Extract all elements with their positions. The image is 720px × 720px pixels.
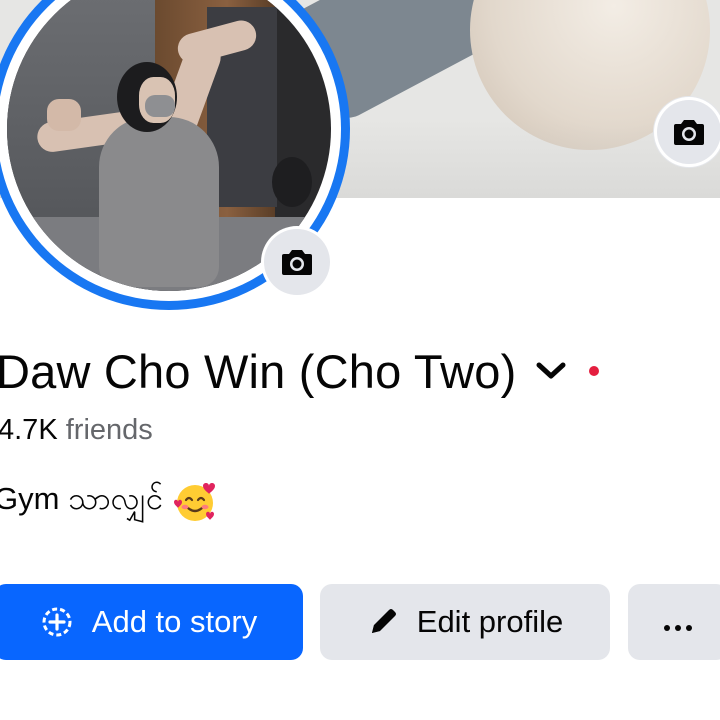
cover-camera-button[interactable] [654,97,720,167]
chevron-down-icon[interactable] [535,360,567,382]
smiling-face-with-hearts-icon [173,480,217,524]
status-dot [588,366,599,376]
bio-text: Gym သာလျှင် [0,481,164,516]
add-to-story-label: Add to story [91,604,258,639]
add-to-story-button[interactable]: Add to story [0,584,303,660]
friends-label: friends [65,414,153,446]
camera-icon [282,250,312,275]
edit-profile-label: Edit profile [416,604,564,639]
friends-number: 4.7K [0,414,58,446]
camera-icon [674,120,704,145]
profile-bio: Gym သာလျှင် [0,478,217,526]
ellipsis-icon [663,604,693,640]
pencil-icon [367,606,399,638]
edit-profile-button[interactable]: Edit profile [320,584,610,660]
more-options-button[interactable] [628,584,720,660]
friends-count[interactable]: 4.7K friends [0,414,153,447]
add-story-icon [40,605,74,639]
profile-name: Daw Cho Win (Cho Two) [0,344,517,398]
profile-name-row: Daw Cho Win (Cho Two) [0,338,599,404]
avatar-camera-button[interactable] [261,226,333,298]
